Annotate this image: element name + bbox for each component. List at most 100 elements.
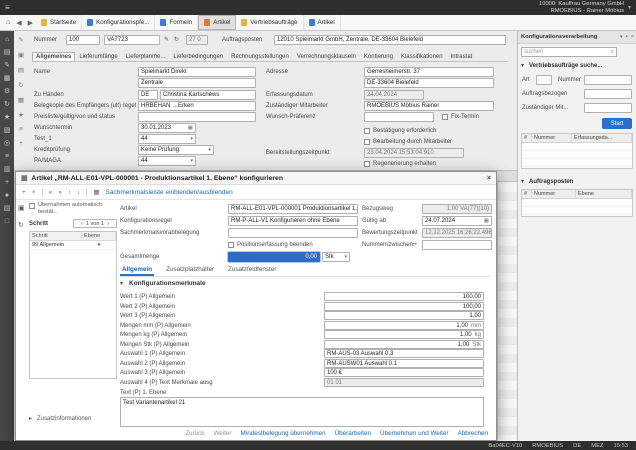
ueberarbeiten-button[interactable]: Überarbeiten [335,430,371,437]
tab-rechnungsstellungen[interactable]: Rechnungsstellungen [227,52,293,61]
sidebar-refresh-icon[interactable]: ↻ [4,101,10,108]
panel-toggle-icon[interactable]: ▦ [93,188,99,196]
chevron-down-icon[interactable]: ▾ [628,4,631,11]
tab-lieferumfaenge[interactable]: Lieferumfänge [75,52,121,61]
test1-input[interactable]: 44▾ [138,134,196,144]
nav-forward-icon[interactable]: ▶ [25,19,36,27]
zu-haenden-code-input[interactable]: DE [138,90,158,100]
toggle-sachmerkmalsleiste-link[interactable]: Sachmerkmalsleiste einblenden/ausblenden [106,189,233,196]
mitarbeiter-input[interactable]: RMOEBIUS Möbius Rainer [364,101,494,111]
merkmal-input[interactable]: RM-AUS-03 Auswahl 0.3 [324,349,484,358]
copy-icon[interactable]: ▣ [18,51,24,59]
workbench-search-input[interactable]: suchen ⌕ [521,47,617,57]
tab-startseite[interactable]: Startseite [36,15,82,30]
pencil-icon[interactable]: ✎ [164,35,169,45]
tab-allgemeines[interactable]: Allgemeines [32,52,75,61]
tab-intrastat[interactable]: Intrastat [447,52,477,61]
auftragsposten-table[interactable]: # Nummer Ebene [521,189,633,217]
zusatzinformationen-toggle[interactable]: Zusatzinformationen [37,414,91,424]
gueltig-ab-input[interactable]: 24.07.2024▦ [422,216,492,226]
adresse-input-1[interactable]: Gerresheimerstr. 37 [364,67,494,77]
bestaetigung-checkbox[interactable] [364,128,370,134]
uebernehmen-und-weiter-button[interactable]: Übernehmen und Weiter [380,430,449,437]
order-code-input[interactable]: VA7723 [104,35,160,45]
export-icon[interactable]: ↓ [77,189,80,196]
step-pager[interactable]: ‹ 1 von 1 › [73,219,117,228]
kreditpruefung-select[interactable]: Keine Prüfung▾ [138,145,214,155]
table-row[interactable] [522,151,632,159]
regenerierung-checkbox[interactable] [364,161,370,167]
praeferenz-input[interactable] [364,112,434,122]
pin-icon[interactable]: ▪ [626,34,628,40]
konfigurationsregel-input[interactable]: RM-P-ALL-V1 Konfigurieren ohne Ebene [228,216,358,226]
plus-icon[interactable]: + [414,240,418,250]
einheit-select[interactable]: Stk▾ [322,252,350,262]
next-step-icon[interactable]: › [107,221,109,227]
steps-table[interactable]: Schritt Ebene 99 Allgemein ● [29,231,117,379]
merkmal-input[interactable]: 100,00 [324,292,484,301]
tab-vertriebsauftraege[interactable]: Vertriebsaufträge [236,15,303,30]
tab-lieferbedingungen[interactable]: Lieferbedingungen [169,52,227,61]
table-row[interactable] [522,207,632,215]
star-icon[interactable]: ★ [18,111,24,119]
merkmal-input[interactable]: 1,00Stk [324,340,484,349]
home-icon[interactable]: ⌂ [3,19,13,26]
dialog-close-icon[interactable]: × [487,175,491,182]
add-icon[interactable]: + [19,140,23,147]
start-button[interactable]: Start [602,118,632,129]
merkmal-input[interactable]: RM-AUSW01 Auswahl 0.1 [324,359,484,368]
sidebar-home-icon[interactable]: ⌂ [5,36,9,43]
table-row[interactable] [522,143,632,151]
nummer-input[interactable] [584,75,632,85]
preisliste-input[interactable] [138,112,256,122]
sidebar-edit-icon[interactable]: ✎ [4,62,10,69]
vorabbelegung-input[interactable] [228,228,358,238]
new-icon[interactable]: + [22,189,26,196]
art-input[interactable] [536,75,552,85]
chevron-down-icon[interactable]: ▾ [521,61,524,71]
bearbeitung-checkbox[interactable] [364,139,370,145]
tab-klassifikationen[interactable]: Klassifikationen [397,52,447,61]
tab-konfigurationspfade[interactable]: Konfigurationspfe... [82,15,155,30]
tab-zusatzplatzhalter[interactable]: Zusatzplatzhalter [164,266,216,276]
tab-allgemein[interactable]: Allgemein [120,266,154,276]
sidebar-table-icon[interactable]: ▥ [4,166,11,173]
adresse-input-2[interactable]: DE-33604 Bielefeld [364,78,494,88]
sidebar-record-icon[interactable]: ● [5,192,9,199]
search-results-table[interactable]: # Nummer Erfassungsda... [521,133,633,169]
nav-back-icon[interactable]: ◀ [13,19,24,27]
refresh-icon[interactable]: ↻ [174,35,179,45]
close-icon[interactable]: × [631,34,634,40]
calendar-icon[interactable]: ▦ [188,125,193,131]
auftragsposten-section[interactable]: Auftragsposten [529,177,629,187]
tab-zusatzfeldfenster[interactable]: Zusatzfeldfenster [226,266,278,276]
weiter-button[interactable]: Weiter [213,430,231,437]
sidebar-pattern-icon[interactable]: ▨ [4,205,11,212]
prev-step-icon[interactable]: ‹ [81,221,83,227]
chevron-down-icon[interactable]: ▾ [620,34,623,40]
pa-select[interactable]: 44▾ [138,156,196,166]
refresh-icon[interactable]: ↻ [18,221,25,229]
artikel-input[interactable]: RM-ALL-E01-VPL-000001 Produktionsartikel… [228,204,358,214]
last-icon[interactable]: » [58,189,62,196]
grid-icon[interactable]: ▦ [18,96,24,104]
sidebar-gear-icon[interactable]: ⚙ [4,88,10,95]
belegkopie-input[interactable]: HRBEHAN →Erken [138,101,256,111]
current-user[interactable]: RMOEBIUS - Rainer Möbius [539,8,624,15]
tab-kontierung[interactable]: Kontierung [360,52,397,61]
positionserfassung-checkbox[interactable] [228,242,234,248]
first-icon[interactable]: « [49,189,53,196]
zurueck-button[interactable]: Zurück [185,430,204,437]
fixtermin-checkbox[interactable] [442,114,448,120]
tab-formeln[interactable]: Formeln [155,15,198,30]
auto-confirm-checkbox[interactable] [29,203,35,209]
merkmal-input[interactable]: 1,00mm [324,321,484,330]
table-row[interactable] [522,159,632,167]
chevron-down-icon[interactable]: ▾ [521,177,524,187]
sidebar-target-icon[interactable]: ◎ [4,140,10,147]
tab-artikel-2[interactable]: Artikel [304,15,341,30]
abbrechen-button[interactable]: Abbrechen [458,430,488,437]
list-icon[interactable]: ≡ [19,126,23,133]
merkmal-input[interactable]: 1,00kg [324,330,484,339]
mindestbelegung-uebernehmen-button[interactable]: Mindestbelegung übernehmen [241,430,326,437]
